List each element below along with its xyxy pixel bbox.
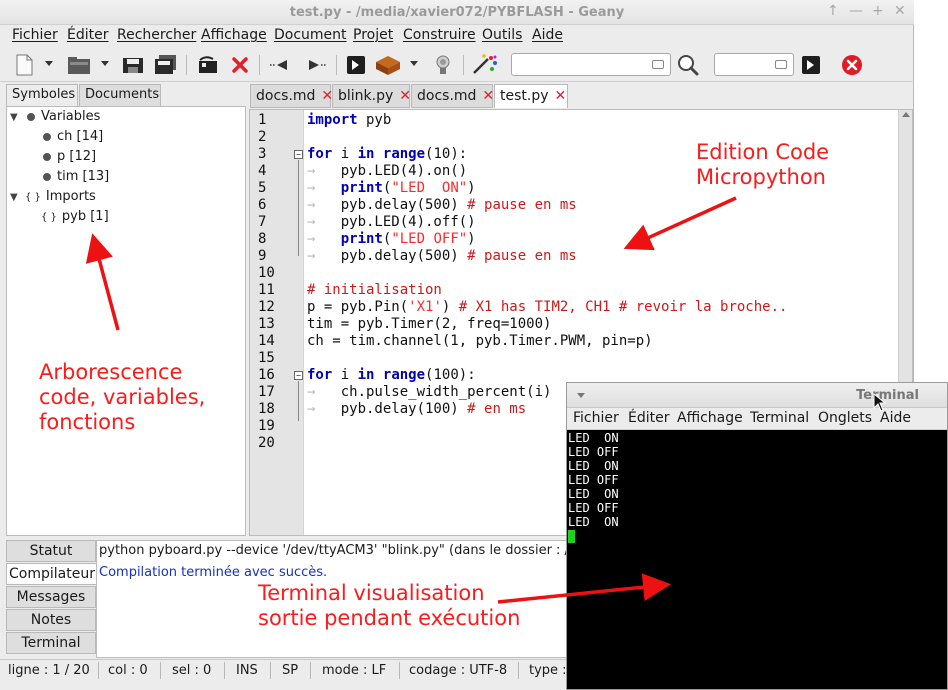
arrow-to-editor [623, 196, 737, 251]
annotation-arrows [85, 196, 737, 604]
arrow-to-terminal [497, 573, 671, 604]
arrow-to-sidebar [85, 233, 120, 331]
